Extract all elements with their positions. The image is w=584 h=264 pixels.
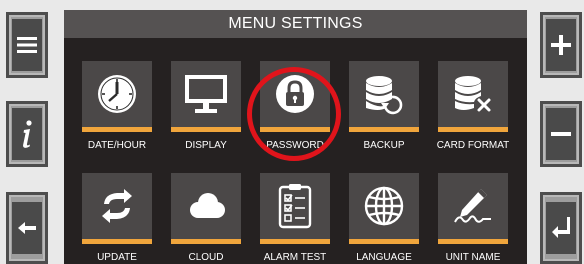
globe-icon bbox=[364, 186, 404, 226]
signature-icon bbox=[454, 189, 491, 223]
alarm-checklist-icon bbox=[278, 184, 312, 229]
refresh-icon bbox=[102, 189, 132, 223]
page-title: MENU SETTINGS bbox=[64, 10, 527, 38]
tile-label: UPDATE bbox=[97, 252, 137, 263]
tile-accent-bar bbox=[82, 239, 152, 244]
tile-accent-bar bbox=[82, 127, 152, 132]
tile-accent-bar bbox=[349, 127, 419, 132]
lock-icon bbox=[276, 75, 314, 113]
menu-screen: MENU SETTINGS DATE/HOUR DISPLAY PASSWORD… bbox=[64, 10, 527, 264]
tile-accent-bar bbox=[260, 127, 330, 132]
tile-backup[interactable]: BACKUP bbox=[349, 61, 419, 151]
tile-label: CLOUD bbox=[188, 252, 224, 263]
tile-alarm-test[interactable]: ALARM TEST bbox=[260, 173, 330, 263]
plus-button[interactable] bbox=[540, 12, 582, 78]
enter-button[interactable] bbox=[540, 192, 582, 264]
info-button[interactable] bbox=[6, 101, 48, 167]
clock-icon bbox=[98, 75, 136, 113]
info-icon bbox=[23, 120, 32, 148]
tile-date-hour[interactable]: DATE/HOUR bbox=[82, 61, 152, 151]
tile-password[interactable]: PASSWORD bbox=[260, 61, 330, 151]
tile-label: CARD FORMAT bbox=[436, 140, 510, 151]
minus-icon bbox=[551, 132, 571, 136]
tile-accent-bar bbox=[438, 239, 508, 244]
back-button[interactable] bbox=[6, 192, 48, 264]
tile-label: BACKUP bbox=[363, 140, 405, 151]
tile-accent-bar bbox=[171, 239, 241, 244]
tile-display[interactable]: DISPLAY bbox=[171, 61, 241, 151]
tile-label: DISPLAY bbox=[185, 140, 227, 151]
menu-button[interactable] bbox=[6, 12, 48, 78]
tile-label: ALARM TEST bbox=[263, 252, 327, 263]
tile-label: PASSWORD bbox=[266, 140, 324, 151]
enter-icon bbox=[552, 217, 570, 238]
tile-language[interactable]: LANGUAGE bbox=[349, 173, 419, 263]
minus-button[interactable] bbox=[540, 101, 582, 167]
menu-icon bbox=[17, 37, 37, 53]
tile-cloud[interactable]: CLOUD bbox=[171, 173, 241, 263]
tile-unit-name[interactable]: UNIT NAME bbox=[438, 173, 508, 263]
tile-label: LANGUAGE bbox=[356, 252, 412, 263]
tile-card-format[interactable]: CARD FORMAT bbox=[437, 61, 509, 151]
tile-accent-bar bbox=[260, 239, 330, 244]
tile-accent-bar bbox=[171, 127, 241, 132]
tile-label: DATE/HOUR bbox=[87, 140, 147, 151]
database-delete-icon bbox=[455, 76, 491, 112]
tile-label: UNIT NAME bbox=[445, 252, 501, 263]
tile-accent-bar bbox=[438, 127, 508, 132]
back-arrow-icon bbox=[18, 222, 36, 234]
tile-accent-bar bbox=[349, 239, 419, 244]
database-restore-icon bbox=[366, 76, 403, 115]
monitor-icon bbox=[185, 75, 227, 113]
plus-icon bbox=[551, 35, 571, 55]
tile-update[interactable]: UPDATE bbox=[82, 173, 152, 263]
cloud-icon bbox=[190, 193, 225, 218]
